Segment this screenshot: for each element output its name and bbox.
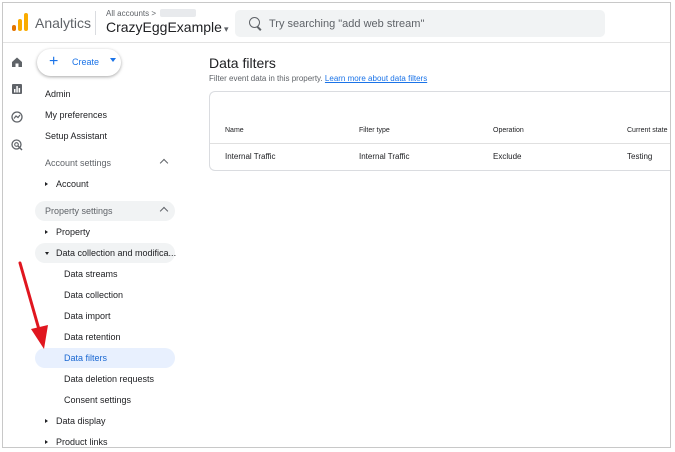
app-window: Analytics All accounts > CrazyEggExample… bbox=[2, 2, 671, 448]
annotation-arrow-icon bbox=[18, 261, 48, 349]
